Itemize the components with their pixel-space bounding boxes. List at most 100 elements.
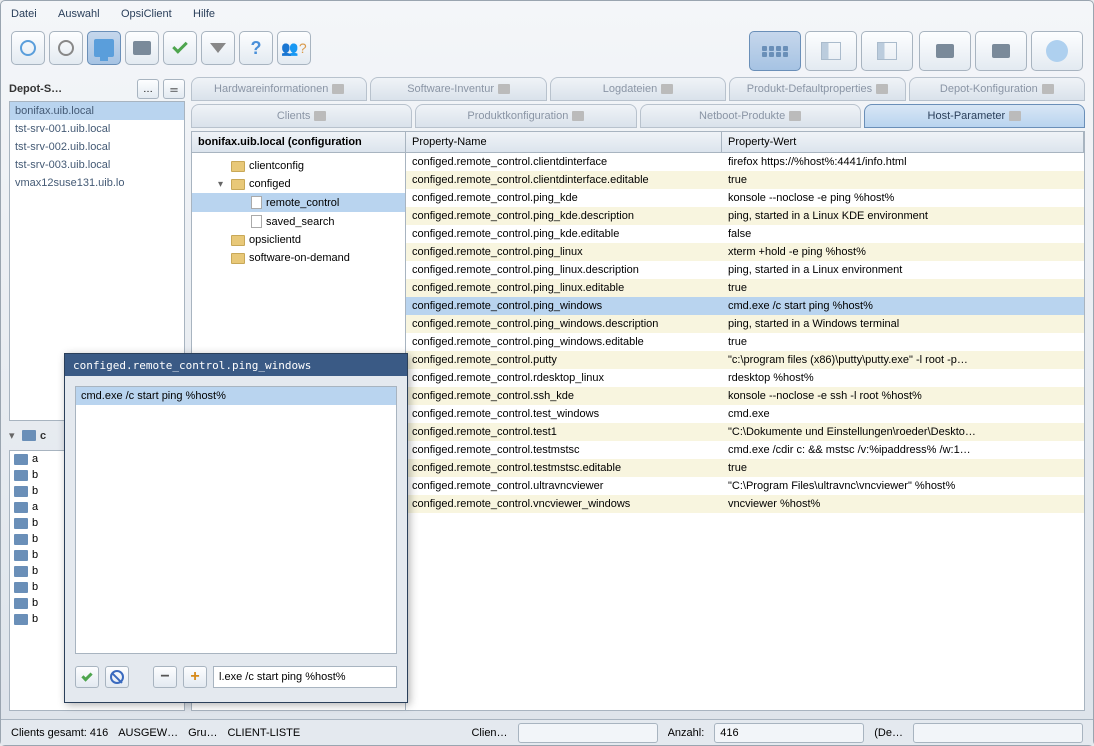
- tree-item-remote-control[interactable]: remote_control: [192, 193, 405, 212]
- property-row[interactable]: configed.remote_control.ssh_kdekonsole -…: [406, 387, 1084, 405]
- tab-rows: HardwareinformationenSoftware-InventurLo…: [191, 77, 1085, 131]
- status-de-field[interactable]: [913, 723, 1083, 743]
- property-row[interactable]: configed.remote_control.test1"C:\Dokumen…: [406, 423, 1084, 441]
- property-row[interactable]: configed.remote_control.putty"c:\program…: [406, 351, 1084, 369]
- property-wert-cell: xterm +hold -e ping %host%: [722, 243, 1084, 261]
- popup-remove-button[interactable]: −: [153, 666, 177, 688]
- depot-item[interactable]: bonifax.uib.local: [10, 102, 184, 120]
- popup-add-button[interactable]: +: [183, 666, 207, 688]
- clients-toggle[interactable]: ▾: [9, 429, 18, 442]
- tool-a-button[interactable]: [919, 31, 971, 71]
- refresh-button[interactable]: [11, 31, 45, 65]
- status-clien-field[interactable]: [518, 723, 658, 743]
- tab-hardwareinformationen[interactable]: Hardwareinformationen: [191, 77, 367, 101]
- popup-list-item[interactable]: cmd.exe /c start ping %host%: [76, 387, 396, 405]
- tab-icon: [498, 84, 510, 94]
- property-name-cell: configed.remote_control.ping_windows: [406, 297, 722, 315]
- client-label: a: [32, 501, 38, 513]
- property-name-cell: configed.remote_control.clientdinterface: [406, 153, 722, 171]
- tree-item-clientconfig[interactable]: clientconfig: [192, 157, 405, 175]
- popup-value-list[interactable]: cmd.exe /c start ping %host%: [75, 386, 397, 654]
- tree-label: remote_control: [266, 197, 339, 209]
- tree-item-configed[interactable]: ▾configed: [192, 175, 405, 193]
- depot-ellipsis-button[interactable]: …: [137, 79, 159, 99]
- property-row[interactable]: configed.remote_control.ping_linuxxterm …: [406, 243, 1084, 261]
- file-icon: [251, 196, 262, 209]
- menu-hilfe[interactable]: Hilfe: [193, 8, 215, 20]
- grid-view-button[interactable]: [749, 31, 801, 71]
- users-help-button[interactable]: 👥?: [277, 31, 311, 65]
- client-icon: [14, 518, 28, 529]
- depot-item[interactable]: tst-srv-003.uib.local: [10, 156, 184, 174]
- tab-clients[interactable]: Clients: [191, 104, 412, 128]
- tab-icon: [661, 84, 673, 94]
- popup-apply-button[interactable]: [75, 666, 99, 688]
- tab-logdateien[interactable]: Logdateien: [550, 77, 726, 101]
- property-row[interactable]: configed.remote_control.ping_linux.descr…: [406, 261, 1084, 279]
- depot-item[interactable]: vmax12suse131.uib.lo: [10, 174, 184, 192]
- property-row[interactable]: configed.remote_control.ping_kdekonsole …: [406, 189, 1084, 207]
- tab-software-inventur[interactable]: Software-Inventur: [370, 77, 546, 101]
- config-tree-body[interactable]: clientconfig▾configed remote_controlsaved…: [192, 153, 405, 271]
- property-row[interactable]: configed.remote_control.testmstsccmd.exe…: [406, 441, 1084, 459]
- tab-netboot-produkte[interactable]: Netboot-Produkte: [640, 104, 861, 128]
- client-label: b: [32, 581, 38, 593]
- tab-depot-konfiguration[interactable]: Depot-Konfiguration: [909, 77, 1085, 101]
- depot-item[interactable]: tst-srv-001.uib.local: [10, 120, 184, 138]
- menu-opsiclient[interactable]: OpsiClient: [121, 8, 172, 20]
- property-row[interactable]: configed.remote_control.ping_kde.editabl…: [406, 225, 1084, 243]
- property-row[interactable]: configed.remote_control.rdesktop_linuxrd…: [406, 369, 1084, 387]
- tool-b-button[interactable]: [975, 31, 1027, 71]
- client-label: b: [32, 597, 38, 609]
- depot-item[interactable]: tst-srv-002.uib.local: [10, 138, 184, 156]
- property-wert-cell: true: [722, 333, 1084, 351]
- tree-item-opsiclientd[interactable]: opsiclientd: [192, 231, 405, 249]
- property-row[interactable]: configed.remote_control.clientdinterface…: [406, 171, 1084, 189]
- tree-item-saved-search[interactable]: saved_search: [192, 212, 405, 231]
- property-row[interactable]: configed.remote_control.ping_linux.edita…: [406, 279, 1084, 297]
- expand-view-button[interactable]: [861, 31, 913, 71]
- apply-button[interactable]: [163, 31, 197, 65]
- tab-host-parameter[interactable]: Host-Parameter: [864, 104, 1085, 128]
- tab-produktkonfiguration[interactable]: Produktkonfiguration: [415, 104, 636, 128]
- tab-produkt-defaultproperties[interactable]: Produkt-Defaultproperties: [729, 77, 905, 101]
- sync-button[interactable]: [49, 31, 83, 65]
- tool-c-button[interactable]: [1031, 31, 1083, 71]
- client-icon: [14, 502, 28, 513]
- tab-icon: [314, 111, 326, 121]
- status-anzahl-label: Anzahl:: [668, 727, 705, 739]
- detail-view-button[interactable]: [805, 31, 857, 71]
- property-row[interactable]: configed.remote_control.testmstsc.editab…: [406, 459, 1084, 477]
- property-wert-cell: konsole --noclose -e ssh -l root %host%: [722, 387, 1084, 405]
- property-row[interactable]: configed.remote_control.ping_windows.edi…: [406, 333, 1084, 351]
- client-label: b: [32, 613, 38, 625]
- property-row[interactable]: configed.remote_control.ping_windows.des…: [406, 315, 1084, 333]
- property-row[interactable]: configed.remote_control.ultravncviewer"C…: [406, 477, 1084, 495]
- status-client-liste: CLIENT-LISTE: [227, 727, 300, 739]
- property-col-name[interactable]: Property-Name: [406, 132, 722, 152]
- property-row[interactable]: configed.remote_control.test_windowscmd.…: [406, 405, 1084, 423]
- property-col-wert[interactable]: Property-Wert: [722, 132, 1084, 152]
- property-row[interactable]: configed.remote_control.ping_windowscmd.…: [406, 297, 1084, 315]
- hint-button[interactable]: ?: [239, 31, 273, 65]
- filter-button[interactable]: [201, 31, 235, 65]
- statusbar: Clients gesamt: 416 AUSGEW… Gru… CLIENT-…: [1, 719, 1093, 745]
- popup-value-input[interactable]: [213, 666, 397, 688]
- add-client-button[interactable]: [87, 31, 121, 65]
- property-row[interactable]: configed.remote_control.vncviewer_window…: [406, 495, 1084, 513]
- property-body[interactable]: configed.remote_control.clientdinterface…: [406, 153, 1084, 710]
- property-row[interactable]: configed.remote_control.clientdinterface…: [406, 153, 1084, 171]
- property-row[interactable]: configed.remote_control.ping_kde.descrip…: [406, 207, 1084, 225]
- clients-button[interactable]: [125, 31, 159, 65]
- wand-help-icon: ?: [251, 38, 262, 59]
- property-wert-cell: "C:\Dokumente und Einstellungen\roeder\D…: [722, 423, 1084, 441]
- property-wert-cell: cmd.exe /c start ping %host%: [722, 297, 1084, 315]
- menu-auswahl[interactable]: Auswahl: [58, 8, 100, 20]
- depot-eq-button[interactable]: ＝: [163, 79, 185, 99]
- tree-item-software-on-demand[interactable]: software-on-demand: [192, 249, 405, 267]
- property-name-cell: configed.remote_control.ping_windows.edi…: [406, 333, 722, 351]
- popup-cancel-button[interactable]: [105, 666, 129, 688]
- toolbar-group-right: [919, 31, 1083, 71]
- status-anzahl-field[interactable]: 416: [714, 723, 864, 743]
- menu-datei[interactable]: Datei: [11, 8, 37, 20]
